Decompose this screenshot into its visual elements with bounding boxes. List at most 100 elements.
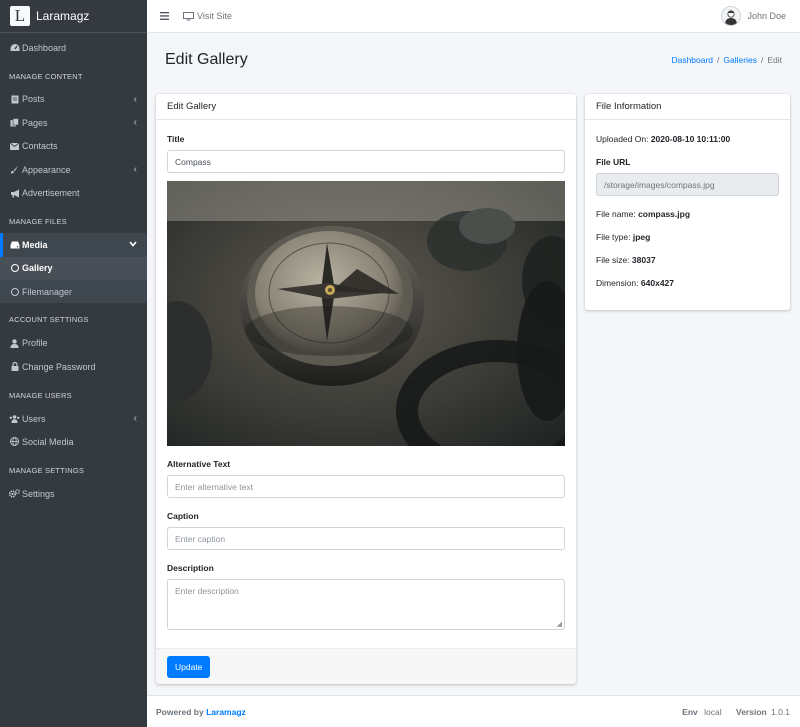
brand-link[interactable]: L Laramagz (0, 0, 147, 33)
tachometer-icon (9, 43, 20, 52)
alt-text-input[interactable]: Enter alternative text (167, 475, 565, 498)
sidebar-item-advertisement[interactable]: Advertisement (0, 181, 147, 204)
nav-header-settings: MANAGE SETTINGS (9, 465, 85, 475)
sidebar-item-label: Settings (22, 488, 55, 499)
file-size-row: File size: 38037 (596, 255, 779, 265)
sidebar-item-label: Profile (22, 338, 48, 349)
breadcrumb-current: Edit (767, 55, 782, 65)
resize-handle-icon[interactable]: ◢ (557, 620, 562, 628)
sidebar-item-users[interactable]: Users ‹ (0, 407, 147, 430)
topbar: Visit Site John Doe (147, 0, 800, 33)
edit-gallery-card: Edit Gallery Title Compass Alternative T… (156, 94, 576, 684)
sidebar-item-settings[interactable]: Settings (0, 482, 147, 505)
cogs-icon (9, 489, 20, 498)
version-info: Env local Version 1.0.1 (682, 707, 790, 717)
uploaded-value: 2020-08-10 10:11:00 (650, 134, 731, 144)
sidebar-item-label: Users (22, 413, 46, 424)
sidebar-item-change-password[interactable]: Change Password (0, 355, 147, 378)
sidebar-item-label: Advertisement (22, 188, 80, 199)
update-button[interactable]: Update (167, 655, 211, 678)
globe-icon (9, 437, 20, 447)
envelope-icon (9, 142, 20, 150)
file-size-label: File size: (596, 255, 630, 265)
sidebar-item-posts[interactable]: Posts ‹ (0, 88, 147, 111)
card-title: File Information (585, 94, 790, 120)
title-input[interactable]: Compass (167, 150, 565, 173)
circle-icon (9, 264, 20, 273)
sidebar-item-gallery[interactable]: Gallery (0, 256, 147, 280)
user-icon (9, 339, 20, 348)
brand-logo: L (10, 6, 30, 26)
sidebar: L Laramagz Dashboard MANAGE CONTENT Post… (0, 0, 147, 727)
page-title: Edit Gallery (165, 51, 248, 68)
compass-image (167, 181, 565, 446)
version-label: Version (736, 706, 767, 717)
page-footer: Powered by Laramagz Env local Version 1.… (147, 695, 800, 727)
env-label: Env (682, 706, 698, 717)
breadcrumb: Dashboard / Galleries / Edit (671, 55, 782, 65)
file-url-label: File URL (596, 157, 631, 167)
alt-text-label: Alternative Text (167, 459, 231, 469)
nav-header-files: MANAGE FILES (9, 216, 67, 226)
sidebar-item-filemanager[interactable]: Filemanager (0, 279, 147, 304)
file-size-value: 38037 (631, 255, 656, 265)
nav-header-content: MANAGE CONTENT (9, 71, 83, 81)
title-label: Title (167, 134, 185, 144)
sidebar-item-profile[interactable]: Profile (0, 332, 147, 355)
sidebar-item-label: Social Media (22, 436, 74, 447)
file-type-row: File type: jpeg (596, 232, 779, 242)
uploaded-label: Uploaded On: (596, 134, 649, 144)
hdd-icon (9, 241, 20, 249)
footer-brand-link[interactable]: Laramagz (206, 707, 246, 717)
user-menu[interactable]: John Doe (721, 6, 786, 26)
form-footer: Update (156, 648, 576, 684)
caption-label: Caption (167, 511, 199, 521)
brand-name: Laramagz (36, 9, 90, 23)
sidebar-item-label: Filemanager (22, 286, 73, 297)
sidebar-item-label: Posts (22, 94, 45, 105)
users-icon (9, 414, 20, 423)
powered-by-label: Powered by (156, 706, 204, 717)
chevron-down-icon (129, 239, 137, 250)
sidebar-item-label: Change Password (22, 361, 96, 372)
uploaded-row: Uploaded On: 2020-08-10 10:11:00 (596, 134, 779, 144)
file-info-card: File Information Uploaded On: 2020-08-10… (585, 94, 790, 310)
user-name: John Doe (747, 11, 786, 21)
sidebar-item-media[interactable]: Media (0, 233, 147, 257)
file-name-value: compass.jpg (638, 209, 691, 219)
description-textarea[interactable]: Enter description ◢ (167, 579, 565, 630)
avatar (721, 6, 742, 26)
sidebar-item-label: Dashboard (22, 42, 67, 53)
nav-header-users: MANAGE USERS (9, 390, 72, 400)
hamburger-icon[interactable] (160, 9, 169, 23)
breadcrumb-dashboard[interactable]: Dashboard (671, 55, 713, 65)
sidebar-item-social-media[interactable]: Social Media (0, 430, 147, 453)
version-value: 1.0.1 (771, 706, 790, 717)
sidebar-item-dashboard[interactable]: Dashboard (0, 36, 147, 59)
file-type-label: File type: (596, 232, 631, 242)
gallery-image (167, 181, 565, 446)
visit-site-link[interactable]: Visit Site (183, 11, 232, 21)
chevron-left-icon: ‹ (133, 117, 137, 129)
file-name-row: File name: compass.jpg (596, 209, 779, 219)
sidebar-item-contacts[interactable]: Contacts (0, 135, 147, 158)
sidebar-item-pages[interactable]: Pages ‹ (0, 111, 147, 134)
bullhorn-icon (9, 189, 20, 198)
card-title: Edit Gallery (156, 94, 576, 120)
file-url-input[interactable]: /storage/images/compass.jpg (596, 173, 779, 196)
chevron-left-icon: ‹ (133, 164, 137, 176)
breadcrumb-galleries[interactable]: Galleries (723, 55, 757, 65)
chevron-left-icon: ‹ (133, 93, 137, 105)
caption-input[interactable]: Enter caption (167, 527, 565, 550)
sidebar-item-appearance[interactable]: Appearance ‹ (0, 158, 147, 181)
env-value: local (704, 706, 722, 717)
nav-header-account: ACCOUNT SETTINGS (9, 315, 89, 325)
sidebar-item-label: Appearance (22, 164, 71, 175)
dimension-row: Dimension: 640x427 (596, 278, 779, 288)
chevron-left-icon: ‹ (133, 413, 137, 425)
sidebar-item-label: Pages (22, 117, 48, 128)
powered-by: Powered by Laramagz (156, 707, 246, 717)
description-label: Description (167, 563, 214, 573)
paint-brush-icon (9, 165, 20, 174)
copy-icon (9, 118, 20, 127)
